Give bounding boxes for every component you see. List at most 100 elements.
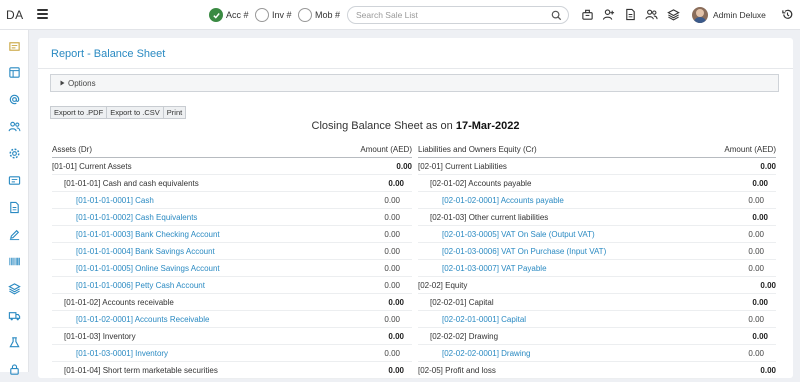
radio-inv-label: Inv #	[272, 10, 292, 20]
account-link[interactable]: [02-01-03-0005] VAT On Sale (Output VAT)	[418, 230, 748, 239]
table-row: [02-01-02] Accounts payable 0.00	[418, 175, 776, 192]
amount-value: 0.00	[748, 229, 764, 239]
radio-circle-icon[interactable]	[298, 8, 312, 22]
table-row: [01-01-03] Inventory 0.00	[52, 328, 412, 345]
add-user-icon[interactable]	[602, 8, 615, 21]
table-row[interactable]: [01-01-01-0005] Online Savings Account 0.…	[52, 260, 412, 277]
column-header-amount: Amount (AED)	[360, 145, 412, 154]
users-icon[interactable]	[8, 120, 21, 133]
radio-inv[interactable]: Inv #	[255, 7, 292, 23]
document-icon[interactable]	[624, 8, 637, 21]
amount-value: 0.00	[384, 263, 400, 273]
export-pdf-button[interactable]: Export to .PDF	[50, 106, 108, 119]
table-row: [02-02-01] Capital 0.00	[418, 294, 776, 311]
report-title: Closing Balance Sheet as on	[311, 120, 453, 132]
account-link[interactable]: [02-02-02-0001] Drawing	[418, 349, 748, 358]
table-row[interactable]: [01-01-03-0001] Inventory 0.00	[52, 345, 412, 362]
table-row[interactable]: [02-02-01-0001] Capital 0.00	[418, 311, 776, 328]
table-row: [02-05] Profit and loss 0.00	[418, 362, 776, 379]
account-group-name: [01-01-02] Accounts receivable	[64, 297, 174, 307]
top-bar: DA Acc # Inv # Mob # Admin Deluxe	[0, 0, 800, 30]
table-row: [01-01] Current Assets 0.00	[52, 158, 412, 175]
users-icon[interactable]	[645, 8, 658, 21]
export-csv-button[interactable]: Export to .CSV	[106, 106, 164, 119]
layers-icon[interactable]	[8, 282, 21, 295]
account-link[interactable]: [01-01-01-0005] Online Savings Account	[52, 264, 384, 273]
barcode-icon[interactable]	[8, 255, 21, 268]
account-link[interactable]: [01-01-01-0006] Petty Cash Account	[52, 281, 384, 290]
account-link[interactable]: [01-01-02-0001] Accounts Receivable	[52, 315, 384, 324]
file-icon[interactable]	[8, 201, 21, 214]
assets-table: Assets (Dr) Amount (AED) [01-01] Current…	[52, 142, 412, 382]
amount-value: 0.00	[388, 178, 404, 188]
radio-mob[interactable]: Mob #	[298, 7, 340, 23]
account-group-name: [02-02] Equity	[418, 280, 468, 290]
table-row[interactable]: [01-01-01-0004] Bank Savings Account 0.00	[52, 243, 412, 260]
account-link[interactable]: [02-01-03-0006] VAT On Purchase (Input V…	[418, 247, 748, 256]
layers-icon[interactable]	[667, 8, 680, 21]
flask-icon[interactable]	[8, 336, 21, 349]
radio-circle-icon[interactable]	[255, 8, 269, 22]
caret-right-icon	[60, 80, 65, 86]
table-row: [02-01-03] Other current liabilities 0.00	[418, 209, 776, 226]
search-icon[interactable]	[551, 10, 562, 21]
table-row[interactable]: [02-01-03-0006] VAT On Purchase (Input V…	[418, 243, 776, 260]
account-group-name: [02-02-01] Capital	[430, 297, 494, 307]
table-row: [02-02-02] Drawing 0.00	[418, 328, 776, 345]
account-link[interactable]: [01-01-01-0002] Cash Equivalents	[52, 213, 384, 222]
truck-icon[interactable]	[8, 309, 21, 322]
amount-value: 0.00	[760, 161, 776, 171]
table-row[interactable]: [02-01-03-0005] VAT On Sale (Output VAT)…	[418, 226, 776, 243]
sidebar	[0, 30, 29, 375]
table-row[interactable]: [01-01-02-0001] Accounts Receivable 0.00	[52, 311, 412, 328]
radio-acc-label: Acc #	[226, 10, 249, 20]
amount-value: 0.00	[384, 314, 400, 324]
account-link[interactable]: [01-01-01-0004] Bank Savings Account	[52, 247, 384, 256]
account-link[interactable]: [02-02-01-0001] Capital	[418, 315, 748, 324]
radio-acc[interactable]: Acc #	[209, 7, 249, 23]
amount-value: 0.00	[748, 314, 764, 324]
window-icon[interactable]	[8, 66, 21, 79]
account-group-name: [01-01-04] Short term marketable securit…	[64, 365, 218, 375]
amount-value: 0.00	[752, 178, 768, 188]
table-row[interactable]: [01-01-01-0003] Bank Checking Account 0.0…	[52, 226, 412, 243]
table-row[interactable]: [02-01-02-0001] Accounts payable 0.00	[418, 192, 776, 209]
table-row[interactable]: [02-02-02-0001] Drawing 0.00	[418, 345, 776, 362]
amount-value: 0.00	[388, 297, 404, 307]
account-link[interactable]: [01-01-03-0001] Inventory	[52, 349, 384, 358]
amount-value: 0.00	[384, 212, 400, 222]
options-toggle[interactable]: Options	[50, 74, 779, 92]
liabilities-table: Liabilities and Owners Equity (Cr) Amoun…	[418, 142, 776, 382]
table-row[interactable]: [01-01-01-0002] Cash Equivalents 0.00	[52, 209, 412, 226]
table-row[interactable]: [01-01-01-0001] Cash 0.00	[52, 192, 412, 209]
radio-mob-label: Mob #	[315, 10, 341, 20]
account-link[interactable]: [02-01-03-0007] VAT Payable	[418, 264, 748, 273]
report-heading: Closing Balance Sheet as on 17-Mar-2022	[38, 120, 793, 132]
user-menu[interactable]: Admin Deluxe	[692, 7, 766, 23]
at-sign-icon[interactable]	[8, 93, 21, 106]
avatar[interactable]	[692, 7, 708, 23]
column-header-amount: Amount (AED)	[724, 145, 776, 154]
table-header: Liabilities and Owners Equity (Cr) Amoun…	[418, 142, 776, 158]
account-link[interactable]: [01-01-01-0003] Bank Checking Account	[52, 230, 384, 239]
check-circle-icon[interactable]	[209, 8, 223, 22]
account-link[interactable]: [02-01-02-0001] Accounts payable	[418, 196, 748, 205]
brand-logo[interactable]: DA	[6, 8, 24, 22]
column-header-name: Liabilities and Owners Equity (Cr)	[418, 145, 537, 154]
settings-icon[interactable]	[8, 147, 21, 160]
history-icon[interactable]	[781, 8, 794, 21]
options-label: Options	[68, 78, 96, 88]
table-row[interactable]: [02-01-03-0007] VAT Payable 0.00	[418, 260, 776, 277]
menu-toggle-icon[interactable]	[37, 9, 48, 20]
table-row[interactable]: [01-01-01-0006] Petty Cash Account 0.00	[52, 277, 412, 294]
report-panel: Report - Balance Sheet Options Export to…	[38, 38, 793, 379]
lock-icon[interactable]	[8, 363, 21, 376]
dashboard-icon[interactable]	[8, 40, 21, 53]
cash-register-icon[interactable]	[581, 8, 594, 21]
print-button[interactable]: Print	[162, 106, 187, 119]
edit-icon[interactable]	[8, 228, 21, 241]
amount-value: 0.00	[384, 280, 400, 290]
search-input[interactable]	[356, 10, 546, 20]
account-link[interactable]: [01-01-01-0001] Cash	[52, 196, 384, 205]
id-card-icon[interactable]	[8, 174, 21, 187]
